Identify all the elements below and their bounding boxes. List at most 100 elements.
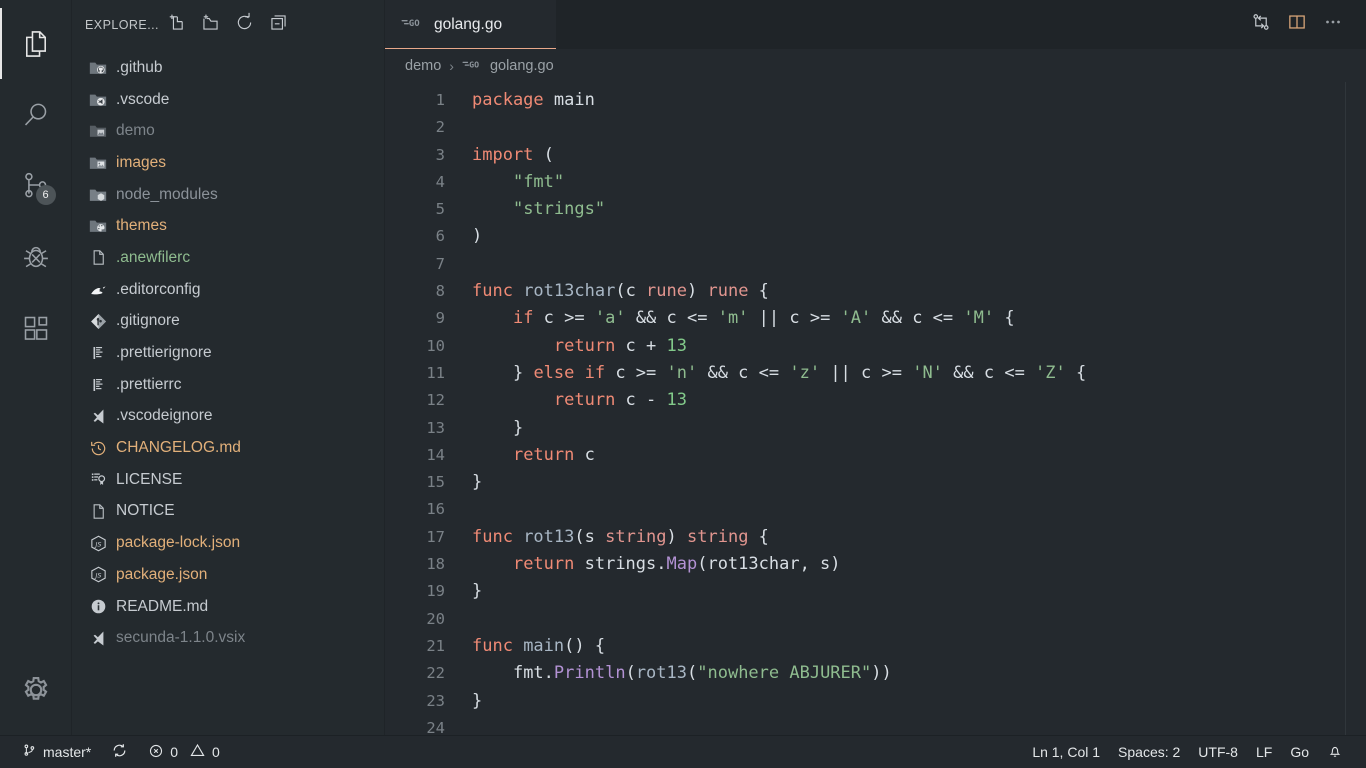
activity-bar-item-source-control[interactable]: 6 [0,150,72,221]
code-line[interactable]: import ( [472,142,1366,169]
bell-icon [1327,743,1343,762]
code-token: main [523,636,564,656]
line-number: 2 [385,114,445,141]
file-tree-item[interactable]: JSpackage-lock.json [72,527,384,559]
code-token [472,663,513,683]
code-line[interactable]: } [472,688,1366,715]
code-line[interactable]: package main [472,87,1366,114]
status-problems[interactable]: 0 0 [138,736,230,768]
status-indentation[interactable]: Spaces: 2 [1109,736,1189,768]
file-tree-item[interactable]: secunda-1.1.0.vsix [72,622,384,654]
file-tree-item[interactable]: .gitignore [72,306,384,338]
activity-bar-item-search[interactable] [0,79,72,150]
file-tree-item[interactable]: themes [72,210,384,242]
status-language-mode[interactable]: Go [1281,736,1318,768]
more-actions-button[interactable] [1320,12,1346,38]
code-line[interactable]: return c - 13 [472,387,1366,414]
status-sync[interactable] [101,736,138,768]
code-line[interactable]: ) [472,223,1366,250]
code-line[interactable]: return strings.Map(rot13char, s) [472,551,1366,578]
tab-golang-go[interactable]: GO golang.go [385,0,557,49]
file-tree-item[interactable]: node_modules [72,179,384,211]
file-tree-item[interactable]: CHANGELOG.md [72,432,384,464]
file-tree-item[interactable]: LICENSE [72,464,384,496]
file-tree-item[interactable]: NOTICE [72,496,384,528]
code-line[interactable]: } [472,469,1366,496]
file-tree-item[interactable]: README.md [72,591,384,623]
code-line[interactable] [472,715,1366,735]
code-line[interactable]: "strings" [472,196,1366,223]
line-number: 12 [385,387,445,414]
code-token: } [472,691,482,711]
code-line[interactable]: return c + 13 [472,333,1366,360]
code-token: rot13 [523,527,574,547]
file-tree-item[interactable]: .prettierignore [72,337,384,369]
code-token: else if [533,363,605,383]
code-line[interactable] [472,496,1366,523]
code-token: c >= [533,308,594,328]
nodejs-icon: JS [85,534,111,553]
refresh-button[interactable] [233,13,257,37]
file-tree-item[interactable]: JSpackage.json [72,559,384,591]
code-line[interactable] [472,114,1366,141]
gear-icon [19,673,53,707]
code-editor[interactable]: 123456789101112131415161718192021222324 … [385,82,1366,735]
activity-bar-top: 6 [0,0,72,363]
activity-bar-item-extensions[interactable] [0,292,72,363]
file-tree[interactable]: .github.vscodedemoimagesnode_modulesthem… [72,49,384,735]
code-token [472,308,513,328]
collapse-all-button[interactable] [267,13,291,37]
code-line[interactable] [472,606,1366,633]
code-token: ) [667,527,687,547]
file-tree-item[interactable]: demo [72,115,384,147]
activity-bar-item-run-and-debug[interactable] [0,221,72,292]
code-line[interactable]: } else if c >= 'n' && c <= 'z' || c >= '… [472,360,1366,387]
code-line[interactable]: } [472,578,1366,605]
code-line[interactable]: return c [472,442,1366,469]
refresh-icon [234,12,255,38]
file-tree-item[interactable]: .vscode [72,84,384,116]
code-line[interactable]: } [472,415,1366,442]
code-line[interactable]: func rot13char(c rune) rune { [472,278,1366,305]
code-line[interactable] [472,251,1366,278]
code-token: return [513,554,574,574]
split-editor-button[interactable] [1284,12,1310,38]
breadcrumb-item-demo[interactable]: demo [405,58,441,74]
demo-folder-icon [85,121,111,141]
overview-ruler[interactable] [1345,82,1346,735]
go-lang-icon: GO [401,15,425,35]
sidebar-explorer: EXPLORE... [72,0,385,735]
file-tree-item[interactable]: .anewfilerc [72,242,384,274]
code-content[interactable]: package main import ( "fmt" "strings") f… [462,82,1366,735]
file-tree-item[interactable]: .vscodeignore [72,401,384,433]
line-number-gutter: 123456789101112131415161718192021222324 [385,82,462,735]
activity-bar-item-explorer[interactable] [0,8,72,79]
file-tree-item[interactable]: .github [72,52,384,84]
line-number: 19 [385,578,445,605]
file-tree-item[interactable]: .editorconfig [72,274,384,306]
status-encoding[interactable]: UTF-8 [1189,736,1247,768]
status-eol[interactable]: LF [1247,736,1281,768]
code-token: package [472,90,554,110]
code-line[interactable]: func main() { [472,633,1366,660]
file-tree-item[interactable]: .prettierrc [72,369,384,401]
status-branch[interactable]: master* [12,736,101,768]
warning-icon [189,742,206,762]
files-icon [19,27,53,61]
code-line[interactable]: if c >= 'a' && c <= 'm' || c >= 'A' && c… [472,305,1366,332]
new-file-button[interactable] [165,13,189,37]
info-icon [85,597,111,616]
search-icon [19,98,53,132]
compare-changes-button[interactable] [1248,12,1274,38]
status-cursor-position[interactable]: Ln 1, Col 1 [1023,736,1109,768]
breadcrumb-label: demo [405,58,441,74]
code-line[interactable]: fmt.Println(rot13("nowhere ABJURER")) [472,660,1366,687]
code-line[interactable]: func rot13(s string) string { [472,524,1366,551]
code-line[interactable]: "fmt" [472,169,1366,196]
status-notifications[interactable] [1318,736,1352,768]
compare-changes-icon [1250,11,1272,38]
activity-bar-item-manage[interactable] [0,654,72,725]
breadcrumb-item-golang-go[interactable]: GO golang.go [462,57,554,75]
new-folder-button[interactable] [199,13,223,37]
file-tree-item[interactable]: images [72,147,384,179]
